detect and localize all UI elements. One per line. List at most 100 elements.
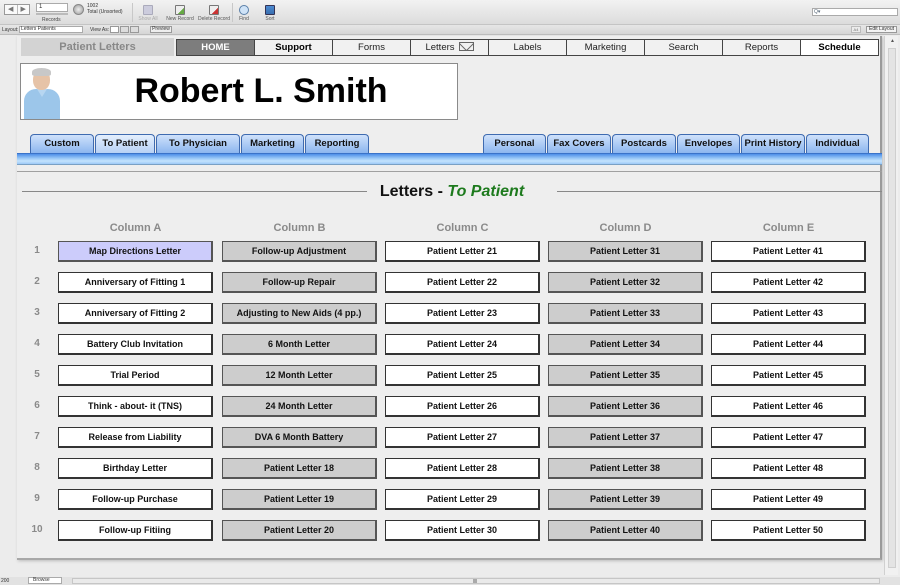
letter-button[interactable]: Patient Letter 28 [385, 458, 540, 479]
letter-button[interactable]: Patient Letter 46 [711, 396, 866, 417]
letter-button[interactable]: Follow-up Purchase [58, 489, 213, 510]
zoom-level[interactable]: 200 [1, 578, 9, 584]
letter-button[interactable]: Patient Letter 19 [222, 489, 377, 510]
letter-button[interactable]: Map Directions Letter [58, 241, 213, 262]
layout-select[interactable]: Letters Patients [19, 26, 83, 33]
letter-button[interactable]: Battery Club Invitation [58, 334, 213, 355]
tab-fax-covers[interactable]: Fax Covers [547, 134, 611, 153]
vertical-scroll-thumb[interactable] [888, 48, 896, 568]
letter-button[interactable]: 12 Month Letter [222, 365, 377, 386]
letter-button[interactable]: Patient Letter 44 [711, 334, 866, 355]
letter-button[interactable]: 24 Month Letter [222, 396, 377, 417]
edit-layout-button[interactable]: Edit Layout [866, 26, 897, 33]
nav-tab-schedule[interactable]: Schedule [801, 40, 879, 55]
letter-button[interactable]: Patient Letter 37 [548, 427, 703, 448]
scroll-up-icon[interactable]: ▲ [890, 38, 895, 44]
letter-button[interactable]: Patient Letter 32 [548, 272, 703, 293]
horizontal-scroll-thumb[interactable] [473, 579, 477, 583]
tab-custom[interactable]: Custom [30, 134, 94, 153]
letter-button[interactable]: Adjusting to New Aids (4 pp.) [222, 303, 377, 324]
view-as-list-button[interactable] [120, 26, 129, 33]
letter-button[interactable]: Patient Letter 39 [548, 489, 703, 510]
letter-button[interactable]: Patient Letter 20 [222, 520, 377, 541]
letter-button[interactable]: Patient Letter 45 [711, 365, 866, 386]
new-record-button[interactable]: New Record [162, 5, 198, 22]
tab-to-physician[interactable]: To Physician [156, 134, 240, 153]
format-button[interactable]: A4 [851, 26, 861, 33]
letter-button[interactable]: Patient Letter 23 [385, 303, 540, 324]
current-record-input[interactable]: 1 [36, 3, 68, 12]
tab-individual[interactable]: Individual [806, 134, 869, 153]
nav-tab-home[interactable]: HOME [177, 40, 255, 55]
layout-label: Layout: [2, 27, 19, 33]
letter-button[interactable]: Patient Letter 25 [385, 365, 540, 386]
patient-photo [23, 67, 61, 119]
letter-button[interactable]: Patient Letter 30 [385, 520, 540, 541]
section-title-separator: - [433, 183, 448, 200]
letter-button[interactable]: Patient Letter 22 [385, 272, 540, 293]
letter-button[interactable]: Patient Letter 48 [711, 458, 866, 479]
nav-tab-labels[interactable]: Labels [489, 40, 567, 55]
view-as-form-button[interactable] [110, 26, 119, 33]
nav-tab-search[interactable]: Search [645, 40, 723, 55]
letter-button[interactable]: Patient Letter 27 [385, 427, 540, 448]
preview-button[interactable]: Preview [150, 26, 172, 33]
mode-select[interactable]: Browse [28, 577, 62, 584]
letter-button[interactable]: Patient Letter 21 [385, 241, 540, 262]
nav-tab-reports[interactable]: Reports [723, 40, 801, 55]
tab-reporting[interactable]: Reporting [305, 134, 369, 153]
letter-button[interactable]: Trial Period [58, 365, 213, 386]
nav-tab-support[interactable]: Support [255, 40, 333, 55]
tab-print-history[interactable]: Print History [741, 134, 805, 153]
letter-button[interactable]: Anniversary of Fitting 1 [58, 272, 213, 293]
tab-to-patient[interactable]: To Patient [95, 134, 155, 153]
letter-button[interactable]: Patient Letter 26 [385, 396, 540, 417]
sort-icon [265, 5, 275, 15]
quick-find-input[interactable]: Q▾ [812, 8, 898, 16]
record-slider[interactable] [36, 13, 68, 15]
nav-tab-forms[interactable]: Forms [333, 40, 411, 55]
letter-button[interactable]: Think - about- it (TNS) [58, 396, 213, 417]
previous-record-button[interactable]: ◀ [5, 5, 18, 14]
tab-personal[interactable]: Personal [483, 134, 546, 153]
letter-button[interactable]: 6 Month Letter [222, 334, 377, 355]
letter-button[interactable]: DVA 6 Month Battery [222, 427, 377, 448]
letter-button[interactable]: Anniversary of Fitting 2 [58, 303, 213, 324]
sort-button[interactable]: Sort [252, 5, 288, 22]
letter-button[interactable]: Patient Letter 34 [548, 334, 703, 355]
letter-button[interactable]: Follow-up Adjustment [222, 241, 377, 262]
app-window: ◀ ▶ 1 Records 1002 Total (Unsorted) Show… [0, 0, 900, 585]
letter-button[interactable]: Release from Liability [58, 427, 213, 448]
letter-button[interactable]: Patient Letter 41 [711, 241, 866, 262]
letter-button[interactable]: Patient Letter 38 [548, 458, 703, 479]
nav-tab-letters[interactable]: Letters [411, 40, 489, 55]
letter-button[interactable]: Patient Letter 29 [385, 489, 540, 510]
letter-button[interactable]: Patient Letter 35 [548, 365, 703, 386]
tab-marketing[interactable]: Marketing [241, 134, 304, 153]
letter-button[interactable]: Follow-up Fitiing [58, 520, 213, 541]
nav-tab-marketing[interactable]: Marketing [567, 40, 645, 55]
letter-button[interactable]: Follow-up Repair [222, 272, 377, 293]
tab-postcards[interactable]: Postcards [612, 134, 676, 153]
letter-button[interactable]: Patient Letter 43 [711, 303, 866, 324]
letter-button[interactable]: Patient Letter 24 [385, 334, 540, 355]
vertical-scrollbar[interactable]: ▲ [884, 36, 898, 575]
letter-button[interactable]: Patient Letter 40 [548, 520, 703, 541]
app-title: Patient Letters [21, 38, 174, 56]
letter-button[interactable]: Patient Letter 50 [711, 520, 866, 541]
tab-envelopes[interactable]: Envelopes [677, 134, 740, 153]
column-header: Column A [109, 222, 162, 234]
letter-button[interactable]: Birthday Letter [58, 458, 213, 479]
letter-button[interactable]: Patient Letter 33 [548, 303, 703, 324]
horizontal-scrollbar[interactable] [72, 578, 880, 584]
show-all-button[interactable]: Show All [130, 5, 166, 22]
letter-button[interactable]: Patient Letter 47 [711, 427, 866, 448]
new-record-icon [175, 5, 185, 15]
view-as-table-button[interactable] [130, 26, 139, 33]
letter-button[interactable]: Patient Letter 18 [222, 458, 377, 479]
letter-button[interactable]: Patient Letter 36 [548, 396, 703, 417]
letter-button[interactable]: Patient Letter 42 [711, 272, 866, 293]
next-record-button[interactable]: ▶ [18, 5, 30, 14]
letter-button[interactable]: Patient Letter 49 [711, 489, 866, 510]
letter-button[interactable]: Patient Letter 31 [548, 241, 703, 262]
